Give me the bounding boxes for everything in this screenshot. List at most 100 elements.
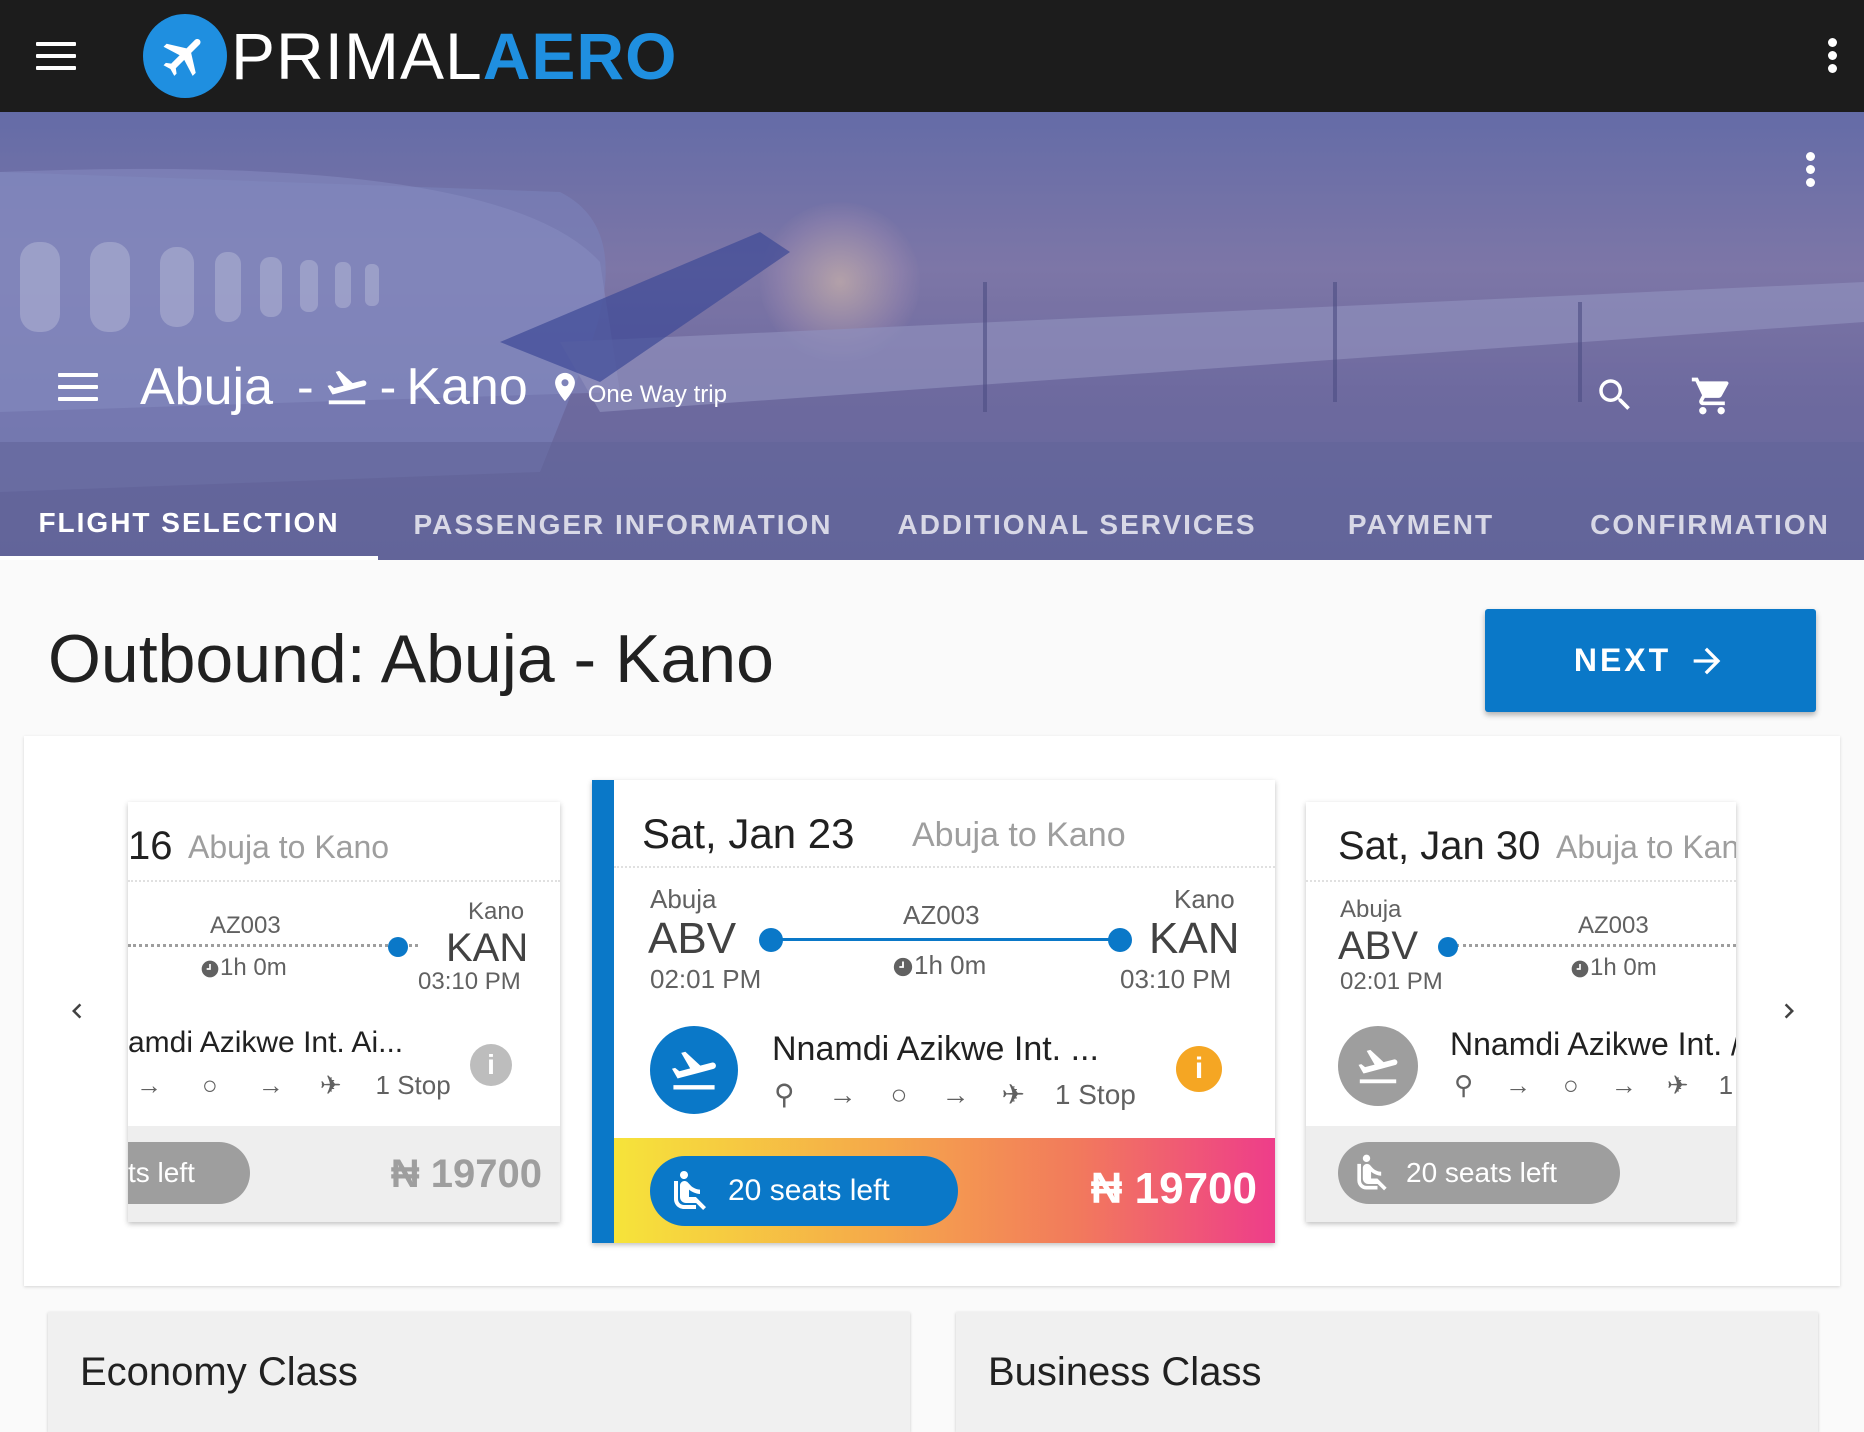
flight-duration: 1h 0m — [1570, 954, 1657, 982]
chevron-left-icon[interactable] — [62, 996, 92, 1026]
economy-class-card[interactable]: Economy Class — [48, 1312, 910, 1432]
seats-left-pill: 20 seats left — [650, 1156, 958, 1226]
logo[interactable]: PRIMALAERO — [143, 14, 677, 98]
route-line — [1456, 944, 1736, 947]
more-vert-icon[interactable] — [1826, 38, 1838, 78]
stops-row: → ○ → ✈ 1 Stop — [128, 1070, 451, 1101]
arrow-forward-icon — [1693, 647, 1721, 674]
location-pin-icon — [554, 372, 575, 402]
arrival-dot — [1108, 928, 1132, 952]
departure-dot — [759, 928, 783, 952]
departure-code: ABV — [1338, 924, 1419, 968]
circle-icon: ○ — [202, 1070, 218, 1100]
stops-count: 1 : — [1718, 1070, 1736, 1100]
arrival-time: 03:10 PM — [418, 968, 521, 995]
card-route: Abuja to Kan — [1556, 829, 1736, 865]
menu-icon[interactable] — [36, 42, 76, 70]
airport-name: Nnamdi Azikwe Int. ... — [772, 1030, 1099, 1068]
card-footer: 20 seats left — [1306, 1126, 1736, 1222]
arrow-right-icon: → — [1610, 1070, 1637, 1100]
next-button[interactable]: NEXT — [1485, 609, 1816, 712]
arrow-right-icon: → — [941, 1078, 970, 1110]
flight-duration: 1h 0m — [892, 950, 986, 981]
card-date: Sat, Jan 30 — [1338, 824, 1541, 868]
departure-time: 02:01 PM — [650, 964, 762, 994]
route-separator-2: - — [379, 359, 397, 415]
arrival-code: KAN — [446, 926, 529, 970]
flight-card-jan-23-selected[interactable]: Sat, Jan 23 Abuja to Kano Abuja ABV 02:0… — [592, 780, 1275, 1243]
card-header: Sat, Jan 23 Abuja to Kano — [614, 780, 1275, 868]
price: ₦ 19700 — [390, 1152, 542, 1196]
airplane-logo-icon — [143, 14, 227, 98]
page-title: Outbound: Abuja - Kano — [48, 621, 774, 697]
destination-city: Kano — [406, 358, 528, 416]
flight-number: AZ003 — [1578, 912, 1649, 939]
arrival-city: Kano — [468, 898, 525, 925]
tab-payment[interactable]: PAYMENT — [1286, 490, 1556, 560]
arrow-right-icon: → — [1505, 1070, 1532, 1100]
clock-icon — [1571, 960, 1589, 977]
search-icon[interactable] — [1594, 374, 1636, 416]
chevron-right-icon[interactable] — [1774, 996, 1804, 1026]
card-header: 16 Abuja to Kano — [128, 802, 560, 882]
trip-type: One Way trip — [587, 381, 727, 408]
card-route: Abuja to Kano — [188, 829, 390, 865]
route-summary: Abuja - - Kano One Way trip — [58, 352, 727, 422]
airplane-icon: ✈ — [1666, 1070, 1689, 1100]
flight-card-jan-30[interactable]: Sat, Jan 30 Abuja to Kan Abuja ABV 02:01… — [1306, 802, 1736, 1222]
stops-row: ⚲ → ○ → ✈ 1 Stop — [774, 1078, 1136, 1111]
tab-passenger-information[interactable]: PASSENGER INFORMATION — [378, 490, 868, 560]
route-line — [770, 938, 1122, 941]
tab-flight-selection[interactable]: FLIGHT SELECTION — [0, 490, 378, 560]
stops-count: 1 Stop — [1054, 1078, 1136, 1110]
cart-icon[interactable] — [1690, 374, 1734, 418]
selected-indicator — [592, 780, 614, 1243]
hero-more-vert-icon[interactable] — [1804, 152, 1816, 192]
departure-code: ABV — [648, 914, 737, 963]
card-header: Sat, Jan 30 Abuja to Kan — [1306, 802, 1736, 882]
route-separator: - — [297, 359, 314, 415]
logo-text: PRIMALAERO — [231, 19, 678, 93]
hero-banner: Abuja - - Kano One Way trip FLIGHT SELEC… — [0, 112, 1864, 560]
departure-dot — [1438, 937, 1458, 957]
airport-name: Nnamdi Azikwe Int. / — [1450, 1026, 1736, 1062]
flight-duration: 1h 0m — [200, 954, 287, 982]
flight-card-jan-16[interactable]: 16 Abuja to Kano AZ003 1h 0m Kano KAN 03… — [128, 802, 560, 1222]
tab-additional-services[interactable]: ADDITIONAL SERVICES — [868, 490, 1286, 560]
arrow-right-icon: → — [136, 1070, 162, 1100]
arrival-time: 03:10 PM — [1120, 964, 1232, 994]
flight-takeoff-icon — [1338, 1026, 1418, 1106]
price: ₦ 19700 — [1090, 1164, 1257, 1213]
card-date: 16 — [128, 824, 173, 868]
location-pin-icon: ⚲ — [774, 1079, 795, 1110]
seat-icon — [674, 1170, 706, 1210]
departure-city: Abuja — [650, 884, 717, 914]
business-class-card[interactable]: Business Class — [956, 1312, 1818, 1432]
seats-left-label: 20 seats left — [1406, 1157, 1557, 1188]
app-bar: PRIMALAERO — [0, 0, 1864, 112]
departure-time: 02:01 PM — [1340, 968, 1443, 995]
tab-confirmation[interactable]: CONFIRMATION — [1556, 490, 1864, 560]
route-line — [128, 944, 418, 947]
checkout-steps-tabs: FLIGHT SELECTION PASSENGER INFORMATION A… — [0, 490, 1864, 560]
card-route: Abuja to Kano — [912, 816, 1126, 854]
card-footer: 20 seats left ₦ 19700 — [614, 1138, 1275, 1243]
business-class-title: Business Class — [988, 1350, 1262, 1394]
flight-takeoff-icon — [650, 1026, 738, 1114]
location-pin-icon: ⚲ — [1454, 1070, 1474, 1100]
info-icon[interactable]: i — [470, 1044, 512, 1086]
arrow-right-icon: → — [257, 1070, 284, 1100]
seats-left-label: 20 seats left — [728, 1174, 890, 1207]
hero-menu-icon[interactable] — [58, 373, 98, 401]
next-button-label: NEXT — [1573, 642, 1672, 678]
clock-icon — [201, 960, 219, 977]
flight-number: AZ003 — [210, 912, 281, 939]
economy-class-title: Economy Class — [80, 1350, 358, 1394]
card-footer: ts left ₦ 19700 — [128, 1126, 560, 1222]
clock-icon — [893, 957, 913, 977]
flight-takeoff-icon — [327, 370, 367, 405]
airport-name: amdi Azikwe Int. Ai... — [128, 1026, 404, 1059]
stops-count: 1 Stop — [375, 1070, 451, 1100]
info-icon[interactable]: i — [1176, 1046, 1222, 1092]
circle-icon: ○ — [890, 1078, 908, 1110]
